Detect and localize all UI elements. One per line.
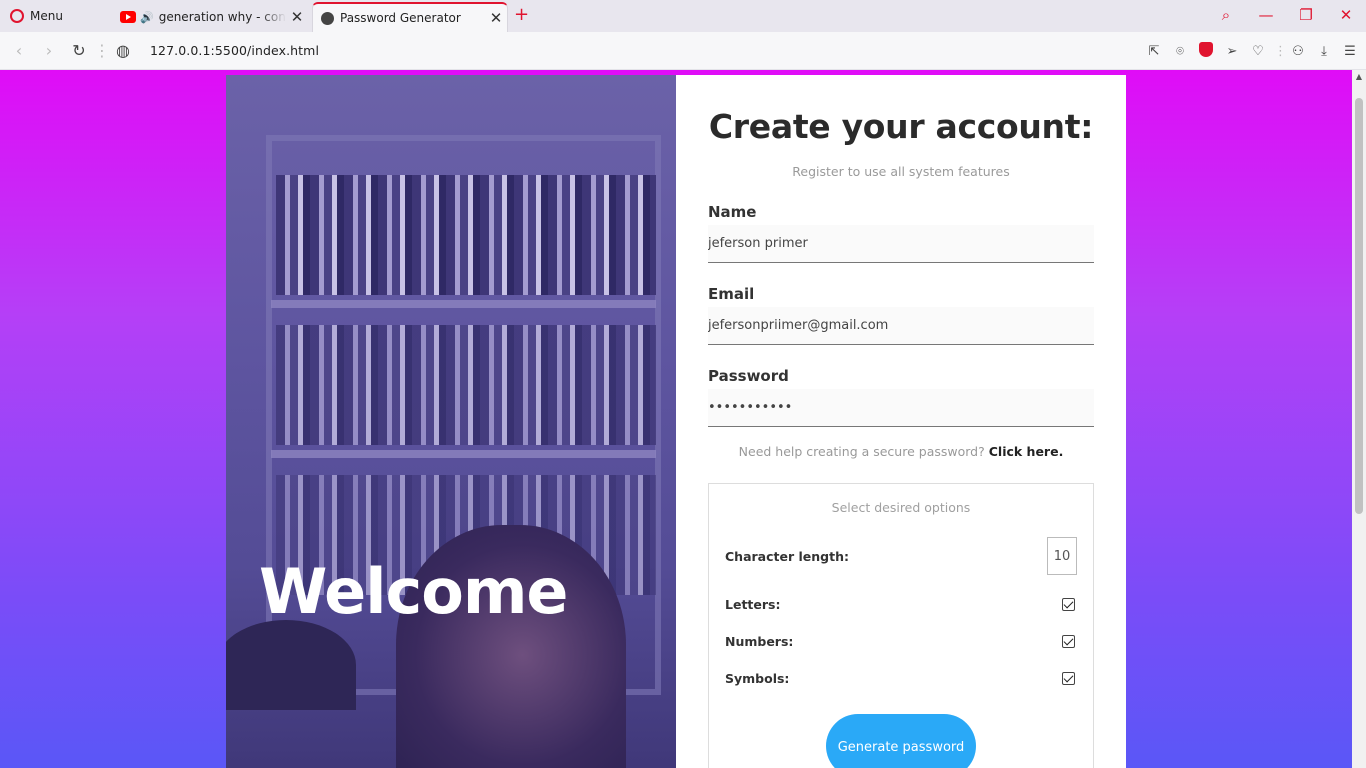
youtube-icon	[120, 11, 136, 23]
site-info-globe-icon[interactable]: ◍	[108, 41, 138, 60]
send-icon[interactable]: ➢	[1222, 44, 1242, 59]
address-bar: ‹ › ↻ ⋮ ◍ 127.0.0.1:5500/index.html ⇱ ⌾ …	[0, 32, 1366, 70]
page-background: Welcome Create your account: Register to…	[0, 70, 1366, 768]
signup-card: Welcome Create your account: Register to…	[226, 75, 1126, 768]
help-text: Need help creating a secure password?	[738, 444, 985, 459]
password-help: Need help creating a secure password? Cl…	[708, 444, 1094, 459]
welcome-heading: Welcome	[259, 555, 568, 628]
help-link[interactable]: Click here.	[989, 444, 1064, 459]
scrollbar-thumb[interactable]	[1355, 98, 1363, 514]
form-subtitle: Register to use all system features	[792, 164, 1010, 179]
page-scrollbar[interactable]: ▲	[1352, 70, 1366, 768]
download-icon[interactable]: ⤓	[1314, 44, 1334, 59]
length-row: Character length: 10	[725, 537, 1077, 575]
toolbar-icons: ⇱ ⌾ ➢ ♡ ⋮ ⚇ ⤓ ☰	[1144, 32, 1360, 70]
tab-bar: Menu 🔊 generation why - conan gray ✕ Pas…	[0, 0, 1366, 32]
form-title: Create your account:	[708, 107, 1094, 146]
adblock-shield-icon[interactable]	[1196, 41, 1216, 61]
search-tabs-icon[interactable]: ⌕	[1206, 0, 1246, 30]
welcome-image: Welcome	[226, 75, 676, 768]
letters-checkbox[interactable]	[1062, 598, 1075, 611]
close-window-icon[interactable]: ✕	[1326, 0, 1366, 30]
tab-title: Password Generator	[340, 11, 461, 25]
name-label: Name	[708, 203, 757, 221]
share-icon[interactable]: ⇱	[1144, 44, 1164, 59]
speaker-icon[interactable]: 🔊	[140, 11, 154, 24]
new-tab-button[interactable]: +	[514, 4, 529, 25]
letters-row: Letters:	[725, 597, 1077, 612]
camera-icon[interactable]: ⌾	[1170, 44, 1190, 59]
email-label: Email	[708, 285, 755, 303]
length-label: Character length:	[725, 548, 849, 564]
password-options-panel: Select desired options Character length:…	[708, 483, 1094, 768]
symbols-checkbox[interactable]	[1062, 672, 1075, 685]
generate-password-button[interactable]: Generate password	[826, 714, 976, 768]
tab-password-generator[interactable]: Password Generator ✕	[312, 2, 508, 32]
restore-icon[interactable]: ❐	[1286, 0, 1326, 30]
globe-icon	[321, 11, 334, 25]
opera-menu-button[interactable]: Menu	[0, 0, 110, 32]
letters-label: Letters:	[725, 597, 781, 612]
password-label: Password	[708, 367, 789, 385]
back-icon[interactable]: ‹	[4, 41, 34, 60]
tab-title: generation why - conan gray	[158, 10, 286, 24]
email-field[interactable]	[708, 307, 1094, 345]
name-field[interactable]	[708, 225, 1094, 263]
cap-figure	[226, 620, 356, 710]
heart-icon[interactable]: ♡	[1248, 44, 1268, 59]
menu-label: Menu	[30, 9, 63, 23]
symbols-row: Symbols:	[725, 671, 1077, 686]
reload-icon[interactable]: ↻	[64, 41, 94, 60]
signup-form: Create your account: Register to use all…	[676, 75, 1126, 768]
easy-setup-icon[interactable]: ☰	[1340, 44, 1360, 59]
options-title: Select desired options	[831, 500, 971, 515]
length-input[interactable]: 10	[1047, 537, 1077, 575]
close-tab-icon[interactable]: ✕	[485, 9, 507, 27]
numbers-row: Numbers:	[725, 634, 1077, 649]
password-field[interactable]	[708, 389, 1094, 427]
url-field[interactable]: 127.0.0.1:5500/index.html	[150, 43, 319, 58]
symbols-label: Symbols:	[725, 671, 790, 686]
separator-icon: ⋮	[1274, 43, 1287, 59]
profile-icon[interactable]: ⚇	[1288, 44, 1308, 59]
scroll-up-icon[interactable]: ▲	[1352, 72, 1366, 81]
forward-icon[interactable]: ›	[34, 41, 64, 60]
opera-logo-icon	[10, 9, 24, 23]
tab-youtube[interactable]: 🔊 generation why - conan gray ✕	[112, 2, 308, 32]
numbers-label: Numbers:	[725, 634, 794, 649]
separator-dots-icon: ⋮	[94, 41, 110, 60]
numbers-checkbox[interactable]	[1062, 635, 1075, 648]
close-tab-icon[interactable]: ✕	[286, 8, 308, 26]
minimize-icon[interactable]: —	[1246, 0, 1286, 30]
